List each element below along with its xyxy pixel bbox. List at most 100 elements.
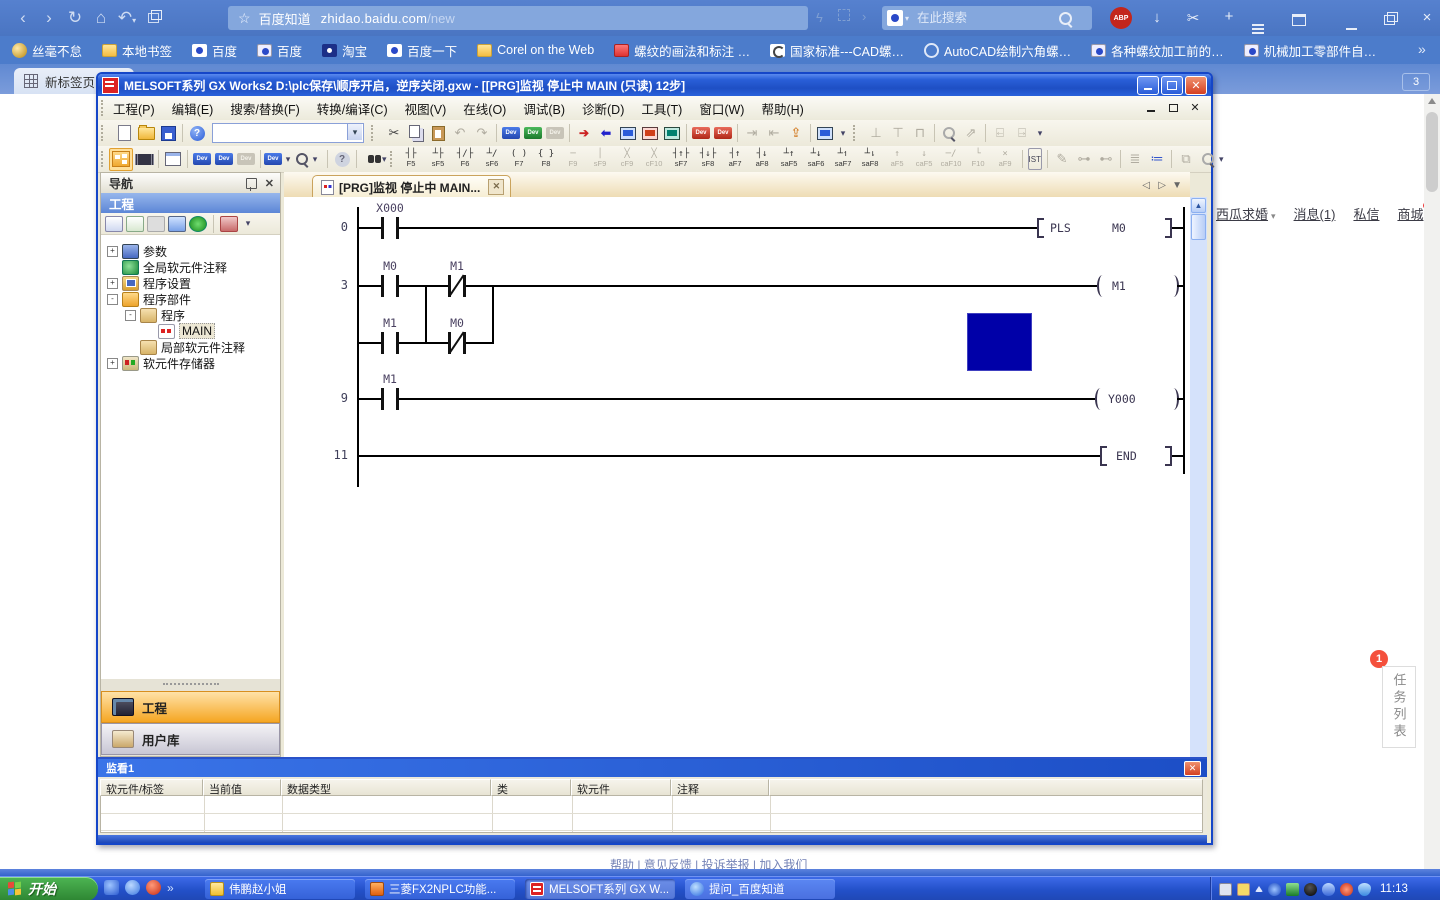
find-binoculars-icon[interactable]: [360, 149, 382, 170]
nav-new-icon[interactable]: [105, 216, 123, 232]
tree-expander-icon[interactable]: -: [125, 310, 136, 321]
help-icon[interactable]: ?: [186, 123, 208, 144]
tree-item[interactable]: - 程序: [101, 307, 280, 323]
close-window-icon[interactable]: ×: [1412, 9, 1440, 26]
lightning-icon[interactable]: ϟ: [816, 10, 823, 25]
screen-display-icon[interactable]: [814, 123, 836, 144]
page-scrollbar[interactable]: [1424, 94, 1440, 876]
bookmark-item[interactable]: 本地书签: [102, 41, 172, 60]
paste-icon[interactable]: [427, 123, 449, 144]
address-bar[interactable]: ☆ 百度知道 zhidao.baidu.com /new: [228, 6, 808, 30]
nav-sort-caret-icon[interactable]: ▾: [241, 218, 255, 229]
adblock-icon[interactable]: ABP: [1110, 7, 1132, 29]
bookmark-item[interactable]: 各种螺纹加工前的…: [1091, 41, 1224, 60]
mdi-restore-icon[interactable]: [1165, 100, 1181, 115]
device-hex-icon[interactable]: Dev: [544, 123, 566, 144]
read-from-plc-icon[interactable]: ⬅: [595, 123, 617, 144]
bookmark-item[interactable]: 丝毫不怠: [12, 41, 82, 60]
ladder-tool-button[interactable]: └ F10: [965, 148, 992, 170]
expand-icon[interactable]: ›: [862, 9, 866, 24]
menu-item[interactable]: 调试(B): [523, 99, 565, 118]
statement-display-icon[interactable]: ≔: [1146, 149, 1168, 170]
toolbar-overflow-icon[interactable]: ▾: [836, 128, 850, 139]
add-icon[interactable]: +: [1214, 8, 1244, 25]
toolbar-combobox[interactable]: [212, 123, 364, 143]
page-footer-links[interactable]: 帮助 | 意见反馈 | 投诉举报 | 加入我们: [610, 856, 870, 869]
ladder-tool-button[interactable]: ↑ aF5: [884, 148, 911, 170]
ladder-edit-down-icon[interactable]: ⊤: [887, 123, 909, 144]
undo-icon[interactable]: ↶: [449, 123, 471, 144]
editor-tab-close-icon[interactable]: ✕: [488, 179, 504, 195]
taskbar-clock[interactable]: 11:13: [1380, 883, 1408, 895]
bookmark-item[interactable]: 国家标准---CAD螺…: [770, 41, 904, 60]
forward-icon[interactable]: ›: [36, 8, 62, 28]
tree-item[interactable]: - 程序部件: [101, 291, 280, 307]
bookmark-item[interactable]: Corel on the Web: [477, 43, 594, 57]
menu-item[interactable]: 视图(V): [405, 99, 447, 118]
editor-scroll-thumb[interactable]: [1191, 214, 1206, 240]
ladder-tool-button[interactable]: ┴/ sF6: [479, 148, 506, 170]
page-link[interactable]: 商城: [1397, 204, 1423, 223]
cut-icon[interactable]: ✂: [383, 123, 405, 144]
watch-column-header[interactable]: 软元件: [571, 779, 671, 796]
tree-item[interactable]: + 参数: [101, 243, 280, 259]
menu-item[interactable]: 在线(O): [463, 99, 506, 118]
tree-item[interactable]: + 程序设置: [101, 275, 280, 291]
monitor-stop-icon[interactable]: [639, 123, 661, 144]
menu-item[interactable]: 帮助(H): [761, 99, 803, 118]
doc-find-icon[interactable]: [1197, 149, 1219, 170]
watch-column-header[interactable]: 注释: [671, 779, 769, 796]
bookmark-item[interactable]: 百度: [192, 41, 237, 60]
ladder-tool-button[interactable]: { } F8: [533, 148, 560, 170]
menu-item[interactable]: 编辑(E): [172, 99, 214, 118]
device-red2-icon[interactable]: Dev: [712, 123, 734, 144]
ladder-tool-button[interactable]: ┤/├ F6: [452, 148, 479, 170]
element-selection-icon[interactable]: [133, 149, 155, 170]
redo-icon[interactable]: ↷: [471, 123, 493, 144]
menu-item[interactable]: 工具(T): [641, 99, 682, 118]
monitor-write-icon[interactable]: [661, 123, 683, 144]
ladder-tool-button[interactable]: ┤↑ aF7: [722, 148, 749, 170]
tree-expander-icon[interactable]: +: [107, 278, 118, 289]
tray-shield-icon[interactable]: [1358, 883, 1371, 896]
tray-expand-icon[interactable]: [1255, 886, 1263, 892]
step-break-icon[interactable]: ⇤: [763, 123, 785, 144]
ladder-tool-button[interactable]: ┴↓ saF6: [803, 148, 830, 170]
toolbar-overflow2-icon[interactable]: ▾: [1033, 128, 1047, 139]
tab-scroll-right-icon[interactable]: ▷: [1158, 180, 1166, 191]
watch-close-icon[interactable]: ✕: [1184, 761, 1201, 776]
start-button[interactable]: 开始: [0, 877, 98, 900]
tray-green-app-icon[interactable]: [1286, 883, 1299, 896]
page-link[interactable]: 私信: [1353, 204, 1379, 223]
toolbar2-overflow2-icon[interactable]: ▾: [1219, 154, 1224, 165]
bookmark-item[interactable]: 机械加工零部件自…: [1244, 41, 1377, 60]
navigation-view-button[interactable]: 工程: [101, 691, 280, 723]
ladder-tool-button[interactable]: ( ) F7: [506, 148, 533, 170]
bookmark-item[interactable]: 淘宝: [322, 41, 367, 60]
restore-window-icon[interactable]: [1384, 12, 1395, 30]
notification-count-badge[interactable]: 3: [1402, 73, 1430, 91]
watch-column-header[interactable]: 软元件/标签: [100, 779, 203, 796]
nav-info-icon[interactable]: [168, 216, 186, 232]
tree-item[interactable]: 局部软元件注释: [101, 339, 280, 355]
melsoft-titlebar[interactable]: MELSOFT系列 GX Works2 D:\plc保存\顺序开启，逆序关闭.g…: [98, 74, 1211, 96]
inline-st-icon[interactable]: ⍇: [989, 123, 1011, 144]
ladder-tool-button[interactable]: ┴↿ saF7: [830, 148, 857, 170]
nav-sort-icon[interactable]: [220, 216, 238, 232]
step-run-icon[interactable]: ⇥: [741, 123, 763, 144]
nav-paste-icon[interactable]: [147, 216, 165, 232]
tray-rotate-icon[interactable]: [1268, 883, 1281, 896]
ladder-tool-button[interactable]: ┴↑ saF5: [776, 148, 803, 170]
tray-keyboard-icon[interactable]: [1219, 883, 1232, 896]
doc-gen-icon[interactable]: ⧉: [1175, 149, 1197, 170]
readmode-icon[interactable]: ⊷: [1095, 149, 1117, 170]
device-find-icon[interactable]: Dev: [500, 123, 522, 144]
melsoft-close-button[interactable]: ✕: [1185, 76, 1207, 95]
save-project-icon[interactable]: [157, 123, 179, 144]
watch-column-header[interactable]: [769, 779, 1203, 796]
tree-item[interactable]: MAIN: [101, 323, 280, 339]
baidu-search-icon[interactable]: [887, 10, 903, 26]
tree-item[interactable]: + 软元件存储器: [101, 355, 280, 371]
taskbar-task-button[interactable]: MELSOFT系列 GX W...: [525, 879, 675, 899]
bookmarks-overflow-icon[interactable]: »: [1418, 41, 1426, 57]
